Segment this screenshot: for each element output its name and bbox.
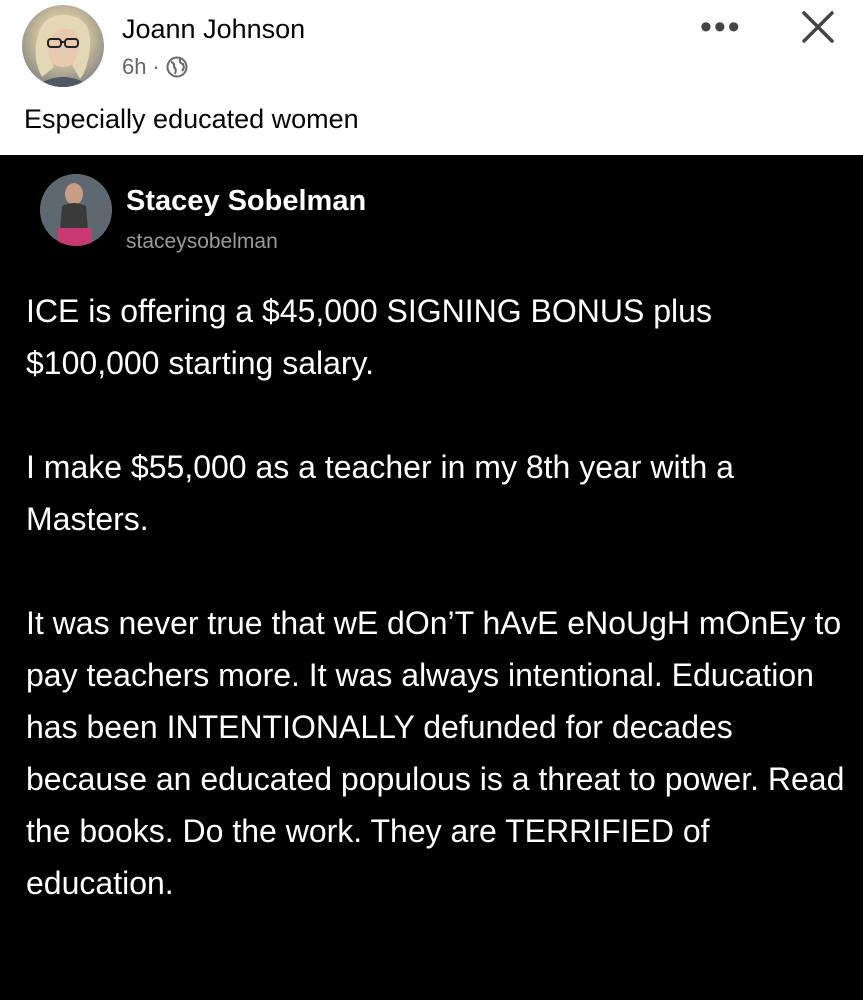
author-avatar[interactable]: [22, 5, 104, 87]
outer-post-header: Joann Johnson 6h · ••• Especially educat…: [0, 0, 863, 155]
avatar-image: [34, 14, 92, 87]
post-caption: Especially educated women: [24, 104, 359, 134]
meta-separator: ·: [152, 54, 160, 79]
shared-author-name: Stacey Sobelman: [126, 185, 367, 217]
shared-post-body: ICE is offering a $45,000 SIGNING BONUS …: [26, 285, 846, 909]
post-meta: 6h ·: [122, 54, 188, 80]
post-time[interactable]: 6h: [122, 54, 146, 80]
shared-author-handle: staceysobelman: [126, 230, 278, 253]
globe-icon: [166, 56, 188, 78]
author-name[interactable]: Joann Johnson: [122, 14, 305, 45]
shared-post-image[interactable]: Stacey Sobelman staceysobelman ICE is of…: [0, 155, 863, 1000]
shared-author-avatar: [40, 174, 112, 246]
shared-avatar-image: [40, 174, 112, 246]
post-paragraph: It was never true that wE dOn’T hAvE eNo…: [26, 605, 845, 901]
post-paragraph: ICE is offering a $45,000 SIGNING BONUS …: [26, 293, 712, 381]
close-icon[interactable]: [795, 4, 841, 50]
post-paragraph: I make $55,000 as a teacher in my 8th ye…: [26, 449, 734, 537]
more-options-icon[interactable]: •••: [700, 8, 742, 47]
